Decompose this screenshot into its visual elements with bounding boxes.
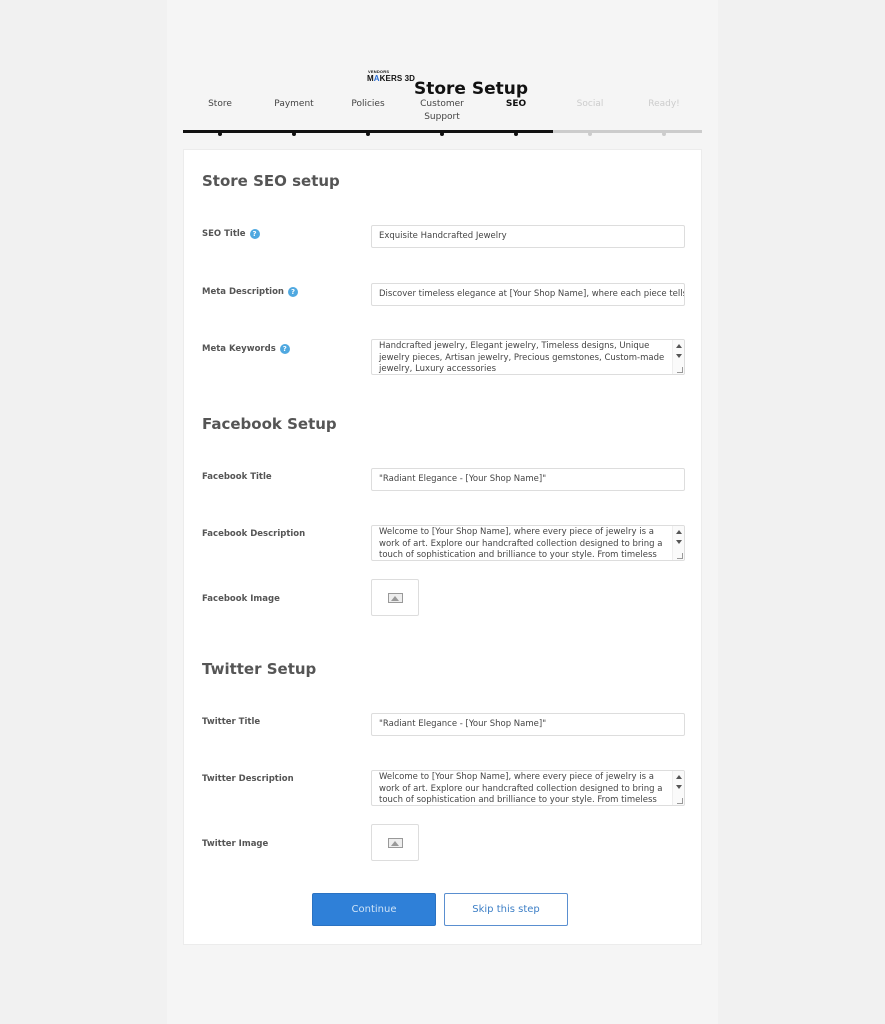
- step-customer-support[interactable]: Customer Support: [405, 98, 479, 124]
- help-icon[interactable]: ?: [249, 229, 260, 239]
- twitter-image-upload[interactable]: [371, 824, 419, 861]
- step-seo[interactable]: SEO: [479, 98, 553, 111]
- logo-part: M: [367, 74, 374, 83]
- twitter-title-label: Twitter Title: [202, 717, 261, 727]
- step-dot: [588, 132, 592, 136]
- step-payment[interactable]: Payment: [257, 98, 331, 111]
- help-icon[interactable]: ?: [279, 344, 290, 354]
- step-social: Social: [576, 99, 604, 109]
- facebook-description-label: Facebook Description: [202, 529, 306, 539]
- meta-keywords-label: Meta Keywords?: [202, 344, 290, 354]
- help-icon[interactable]: ?: [287, 287, 298, 297]
- facebook-section-title: Facebook Setup: [202, 415, 337, 433]
- meta-description-label-text: Meta Description: [202, 287, 284, 297]
- image-placeholder-icon: [388, 593, 403, 603]
- step-dot: [218, 132, 222, 136]
- step-policies[interactable]: Policies: [331, 98, 405, 111]
- seo-section-title: Store SEO setup: [202, 172, 340, 190]
- step-ready: Ready!: [648, 99, 680, 109]
- seo-title-input[interactable]: Exquisite Handcrafted Jewelry: [371, 225, 685, 248]
- twitter-image-label: Twitter Image: [202, 839, 269, 849]
- image-placeholder-icon: [388, 838, 403, 848]
- meta-keywords-text: Handcrafted jewelry, Elegant jewelry, Ti…: [379, 341, 665, 374]
- twitter-title-input[interactable]: "Radiant Elegance - [Your Shop Name]": [371, 713, 685, 736]
- meta-description-input[interactable]: Discover timeless elegance at [Your Shop…: [371, 283, 685, 306]
- scroll-down-icon[interactable]: [676, 354, 682, 358]
- step-dot: [292, 132, 296, 136]
- meta-description-label: Meta Description?: [202, 287, 298, 297]
- scroll-down-icon[interactable]: [676, 540, 682, 544]
- facebook-title-input[interactable]: "Radiant Elegance - [Your Shop Name]": [371, 468, 685, 491]
- facebook-description-text: Welcome to [Your Shop Name], where every…: [379, 527, 663, 560]
- meta-keywords-label-text: Meta Keywords: [202, 344, 276, 354]
- resize-handle-icon[interactable]: [677, 367, 683, 373]
- scroll-up-icon[interactable]: [676, 530, 682, 534]
- skip-step-button[interactable]: Skip this step: [444, 893, 568, 926]
- page-title: Store Setup: [413, 79, 529, 99]
- facebook-description-textarea[interactable]: Welcome to [Your Shop Name], where every…: [371, 525, 685, 561]
- twitter-description-label: Twitter Description: [202, 774, 294, 784]
- resize-handle-icon[interactable]: [677, 553, 683, 559]
- meta-keywords-textarea[interactable]: Handcrafted jewelry, Elegant jewelry, Ti…: [371, 339, 685, 375]
- step-dot: [366, 132, 370, 136]
- scroll-up-icon[interactable]: [676, 344, 682, 348]
- resize-handle-icon[interactable]: [677, 798, 683, 804]
- twitter-description-text: Welcome to [Your Shop Name], where every…: [379, 772, 663, 805]
- facebook-image-upload[interactable]: [371, 579, 419, 616]
- setup-form-card: Store SEO setup SEO Title? Exquisite Han…: [183, 149, 702, 945]
- scroll-down-icon[interactable]: [676, 785, 682, 789]
- step-dot: [440, 132, 444, 136]
- twitter-description-textarea[interactable]: Welcome to [Your Shop Name], where every…: [371, 770, 685, 806]
- scroll-up-icon[interactable]: [676, 775, 682, 779]
- continue-button[interactable]: Continue: [312, 893, 436, 926]
- step-dot: [662, 132, 666, 136]
- twitter-section-title: Twitter Setup: [202, 660, 317, 678]
- seo-title-label: SEO Title?: [202, 229, 260, 239]
- seo-title-label-text: SEO Title: [202, 229, 246, 239]
- step-dot: [514, 132, 518, 136]
- step-store[interactable]: Store: [183, 98, 257, 111]
- facebook-title-label: Facebook Title: [202, 472, 272, 482]
- facebook-image-label: Facebook Image: [202, 594, 280, 604]
